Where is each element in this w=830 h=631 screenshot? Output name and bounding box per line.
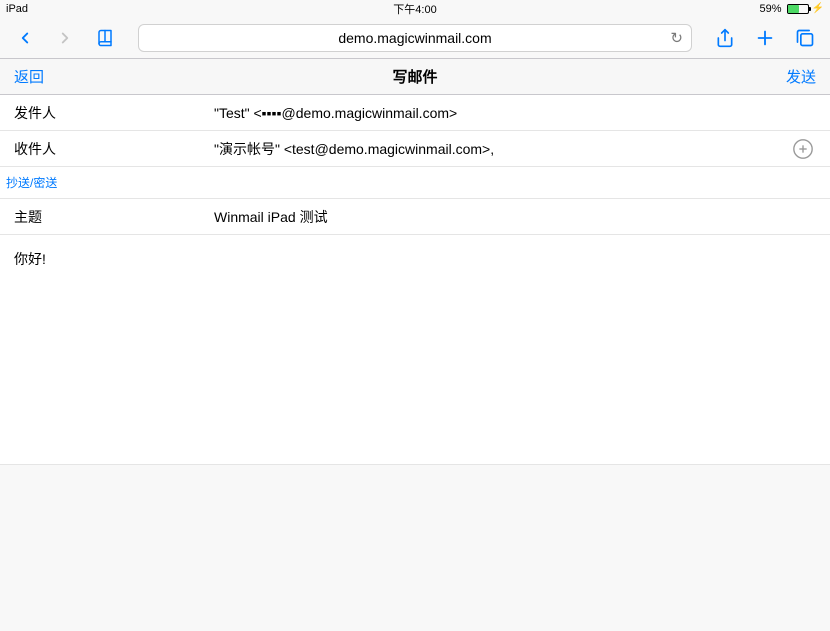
share-button[interactable]	[710, 23, 740, 53]
body-content[interactable]: 你好!	[14, 251, 46, 267]
add-recipient-button[interactable]	[790, 136, 816, 162]
bottom-spacer	[0, 465, 830, 630]
sender-row: 发件人 "Test" <▪▪▪▪@demo.magicwinmail.com>	[0, 95, 830, 131]
status-bar: iPad 下午4:00 59% ⚡	[0, 0, 830, 17]
forward-button	[50, 23, 80, 53]
refresh-icon[interactable]: ↻	[670, 29, 683, 47]
time-label: 下午4:00	[393, 4, 436, 16]
battery-percent: 59%	[760, 3, 782, 15]
subject-value[interactable]: Winmail iPad 测试	[214, 207, 816, 227]
new-tab-button[interactable]	[750, 23, 780, 53]
subject-row[interactable]: 主题 Winmail iPad 测试	[0, 199, 830, 235]
send-button[interactable]: 发送	[786, 66, 816, 87]
bookmarks-button[interactable]	[90, 23, 120, 53]
back-button[interactable]	[10, 23, 40, 53]
recipient-row[interactable]: 收件人 "演示帐号" <test@demo.magicwinmail.com>,	[0, 131, 830, 167]
charging-icon: ⚡	[812, 3, 824, 14]
url-bar[interactable]: demo.magicwinmail.com ↻	[138, 24, 692, 52]
cc-bcc-link[interactable]: 抄送/密送	[6, 174, 57, 191]
recipient-label: 收件人	[14, 139, 214, 159]
subject-label: 主题	[14, 207, 214, 227]
sender-label: 发件人	[14, 103, 214, 123]
compose-form: 发件人 "Test" <▪▪▪▪@demo.magicwinmail.com> …	[0, 95, 830, 235]
page-title: 写邮件	[392, 66, 437, 87]
sender-value: "Test" <▪▪▪▪@demo.magicwinmail.com>	[214, 105, 816, 121]
url-text: demo.magicwinmail.com	[338, 30, 491, 46]
device-label: iPad	[6, 3, 28, 15]
return-button[interactable]: 返回	[14, 66, 44, 87]
battery-icon	[787, 4, 809, 14]
email-body[interactable]: 你好!	[0, 235, 830, 465]
recipient-value[interactable]: "演示帐号" <test@demo.magicwinmail.com>,	[214, 139, 790, 159]
cc-bcc-row[interactable]: 抄送/密送	[0, 167, 830, 199]
page-header: 返回 写邮件 发送	[0, 59, 830, 95]
tabs-button[interactable]	[790, 23, 820, 53]
browser-toolbar: demo.magicwinmail.com ↻	[0, 17, 830, 59]
